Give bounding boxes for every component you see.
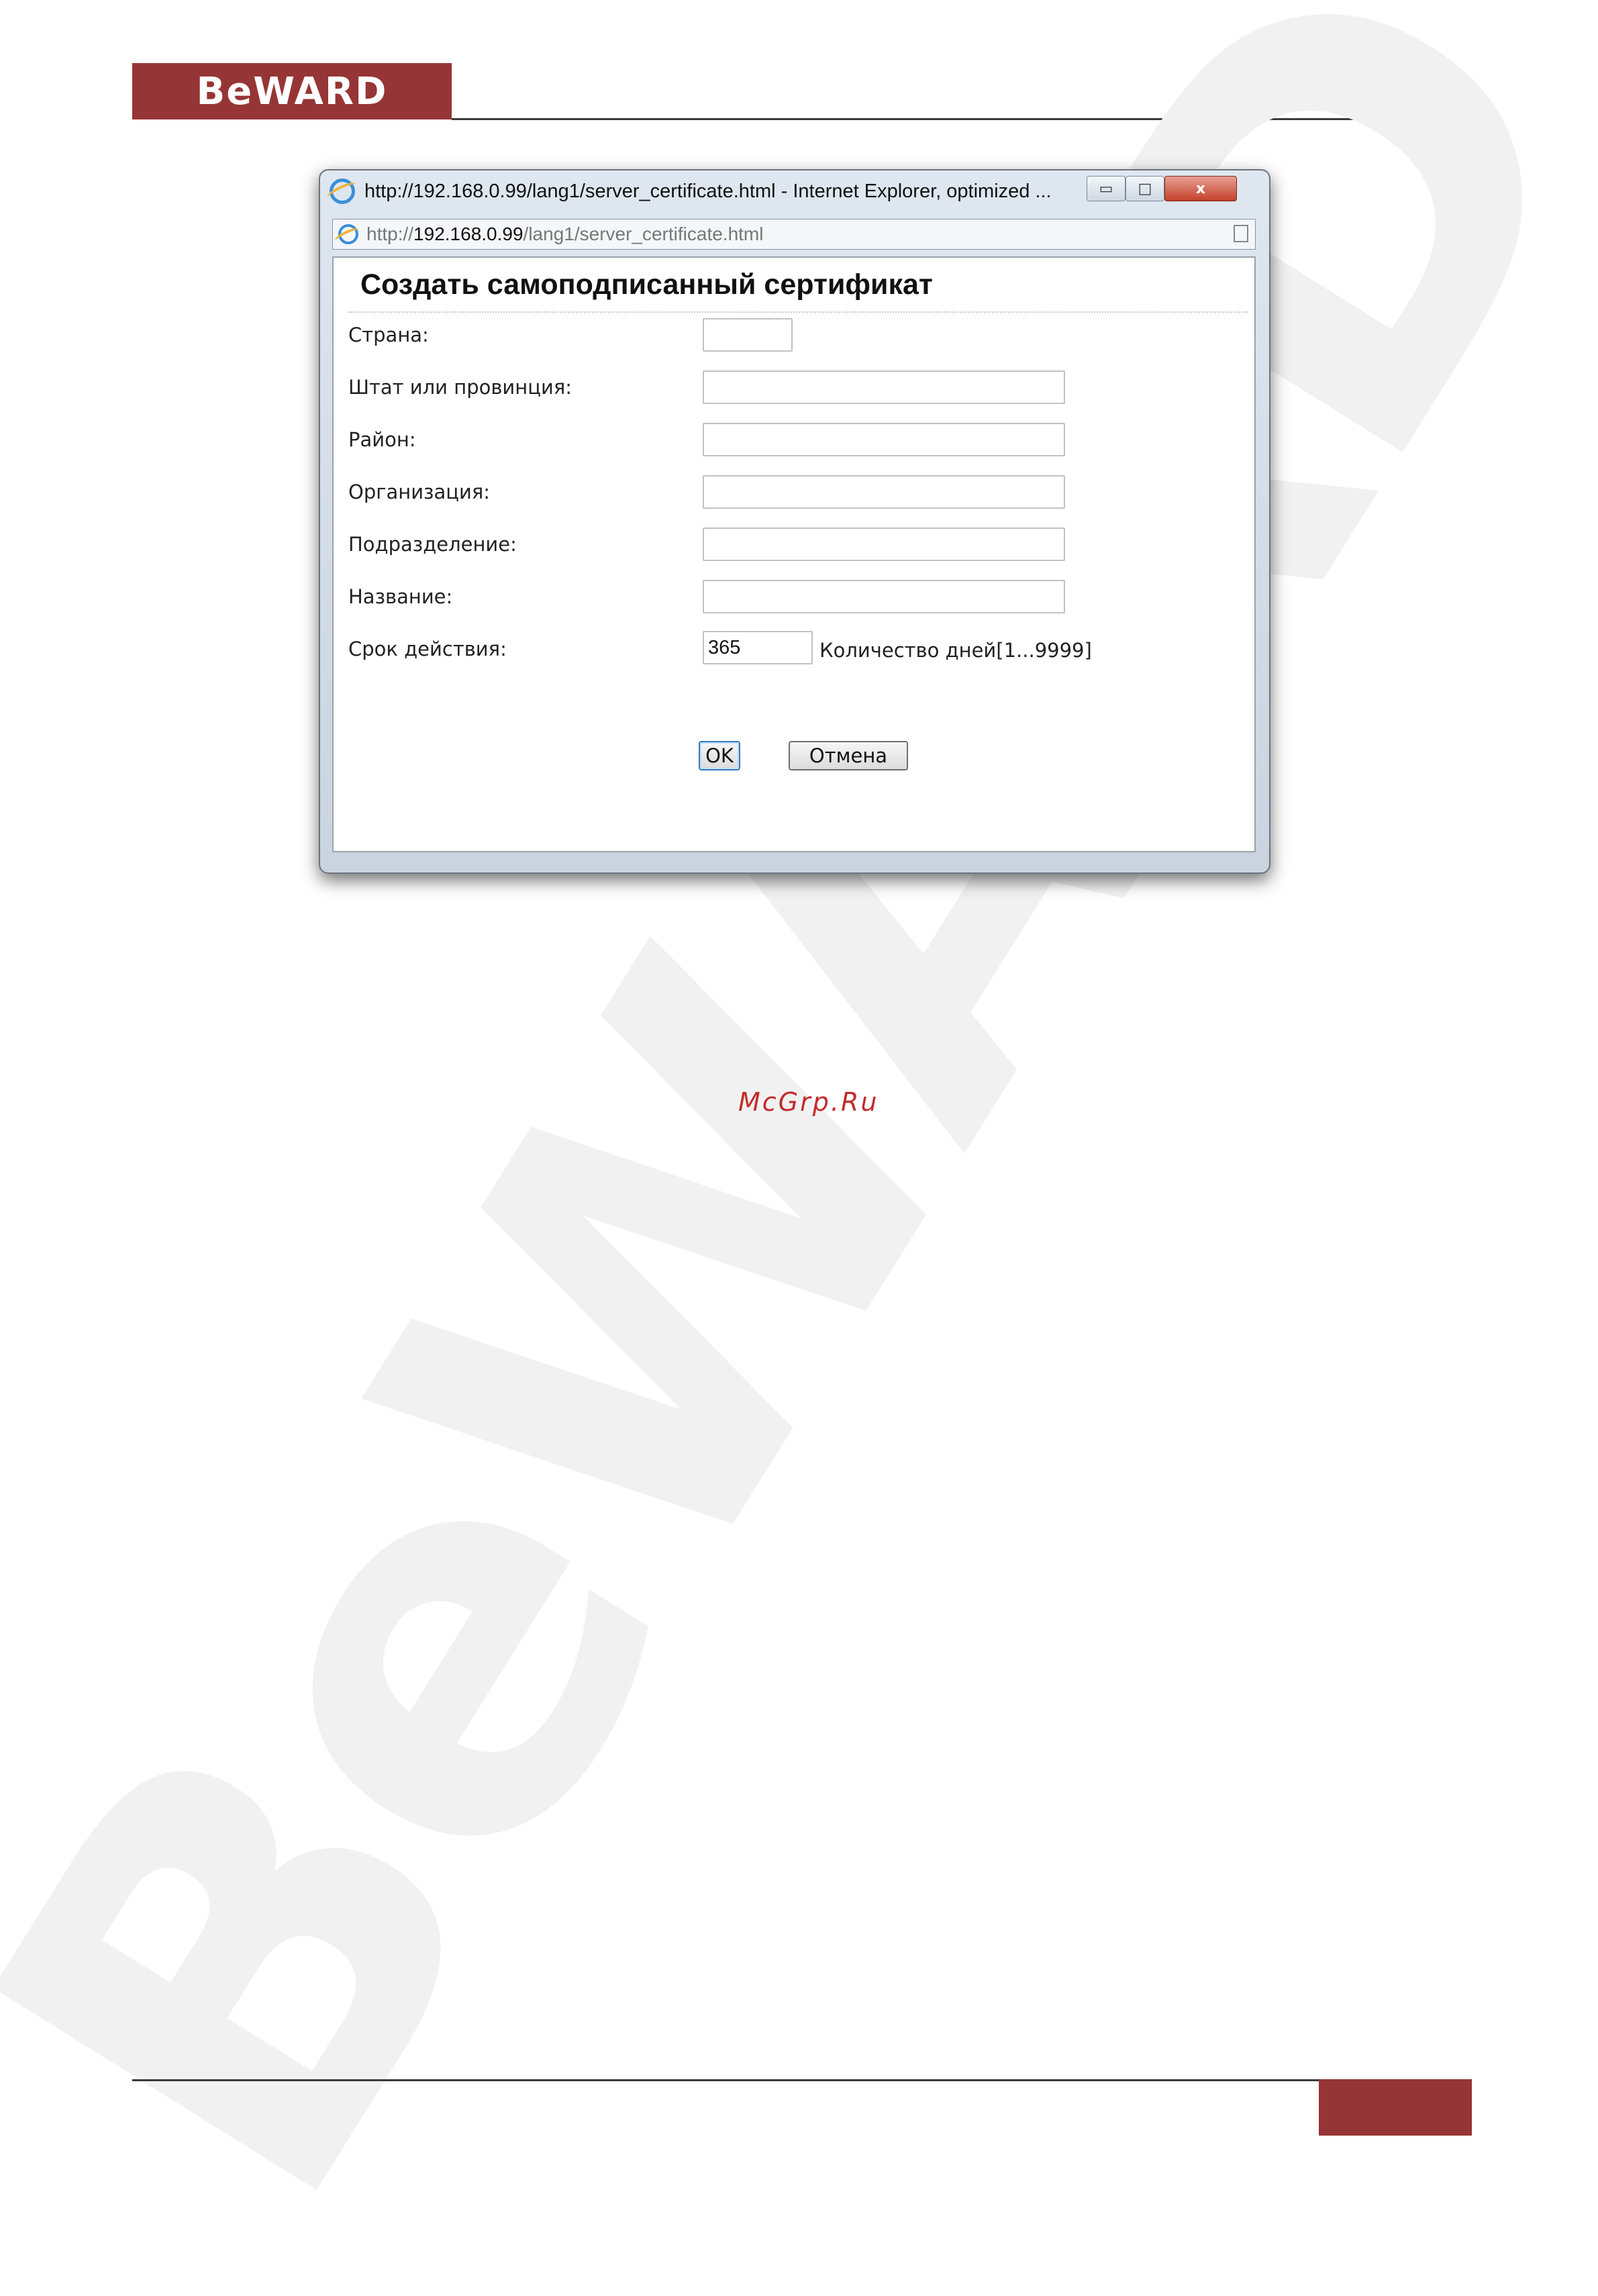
- footer-rule: [132, 2079, 1472, 2081]
- address-bar[interactable]: http://192.168.0.99/lang1/server_certifi…: [332, 219, 1256, 250]
- title-divider: [348, 311, 1248, 313]
- state-input[interactable]: [703, 370, 1065, 404]
- organization-input[interactable]: [703, 475, 1065, 509]
- department-label: Подразделение:: [348, 533, 517, 556]
- internet-explorer-icon: [330, 179, 355, 204]
- name-input[interactable]: [703, 580, 1065, 613]
- brand-logo-text: BeWARD: [196, 69, 388, 113]
- address-url: http://192.168.0.99/lang1/server_certifi…: [366, 223, 763, 245]
- organization-label: Организация:: [348, 481, 491, 503]
- validity-hint: Количество дней[1...9999]: [819, 639, 1092, 662]
- source-label: McGrp.Ru: [738, 1087, 879, 1117]
- name-label: Название:: [348, 585, 453, 608]
- country-input[interactable]: [703, 318, 793, 352]
- dialog-title: Создать самоподписанный сертификат: [360, 268, 933, 301]
- page-content: Создать самоподписанный сертификат Стран…: [332, 256, 1256, 852]
- validity-label: Срок действия:: [348, 638, 507, 660]
- department-input[interactable]: [703, 528, 1065, 561]
- url-host: 192.168.0.99: [413, 223, 523, 244]
- page-icon: [338, 224, 358, 244]
- state-label: Штат или провинция:: [348, 376, 572, 399]
- window-title: http://192.168.0.99/lang1/server_certifi…: [364, 180, 1052, 202]
- url-prefix: http://: [366, 223, 414, 244]
- minimize-button[interactable]: ▭: [1087, 176, 1126, 201]
- brand-logo: BeWARD: [132, 63, 452, 119]
- district-input[interactable]: [703, 423, 1065, 456]
- ok-button[interactable]: OK: [699, 741, 740, 770]
- url-path: /lang1/server_certificate.html: [523, 223, 764, 244]
- ie-popup-window: http://192.168.0.99/lang1/server_certifi…: [319, 169, 1270, 874]
- close-button[interactable]: x: [1164, 176, 1237, 201]
- footer-page-box: [1319, 2079, 1472, 2136]
- maximize-button[interactable]: □: [1126, 176, 1164, 201]
- cancel-button[interactable]: Отмена: [789, 741, 908, 770]
- validity-input[interactable]: [703, 631, 813, 664]
- compatibility-view-icon[interactable]: [1234, 225, 1248, 242]
- district-label: Район:: [348, 428, 416, 451]
- country-label: Страна:: [348, 323, 429, 346]
